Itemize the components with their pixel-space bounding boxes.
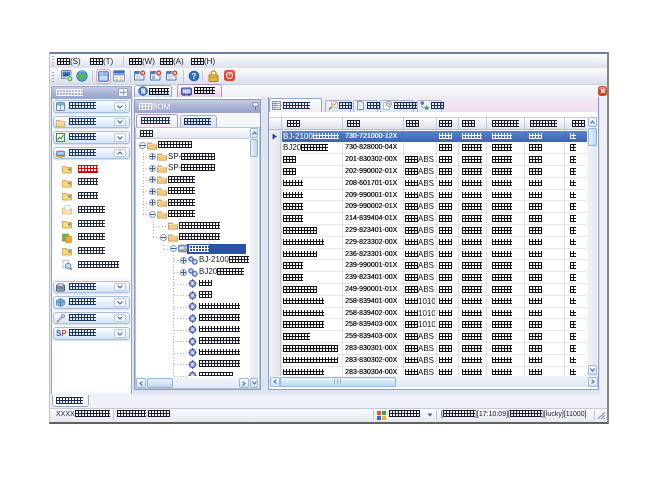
svg-text:?: ? xyxy=(192,72,197,81)
